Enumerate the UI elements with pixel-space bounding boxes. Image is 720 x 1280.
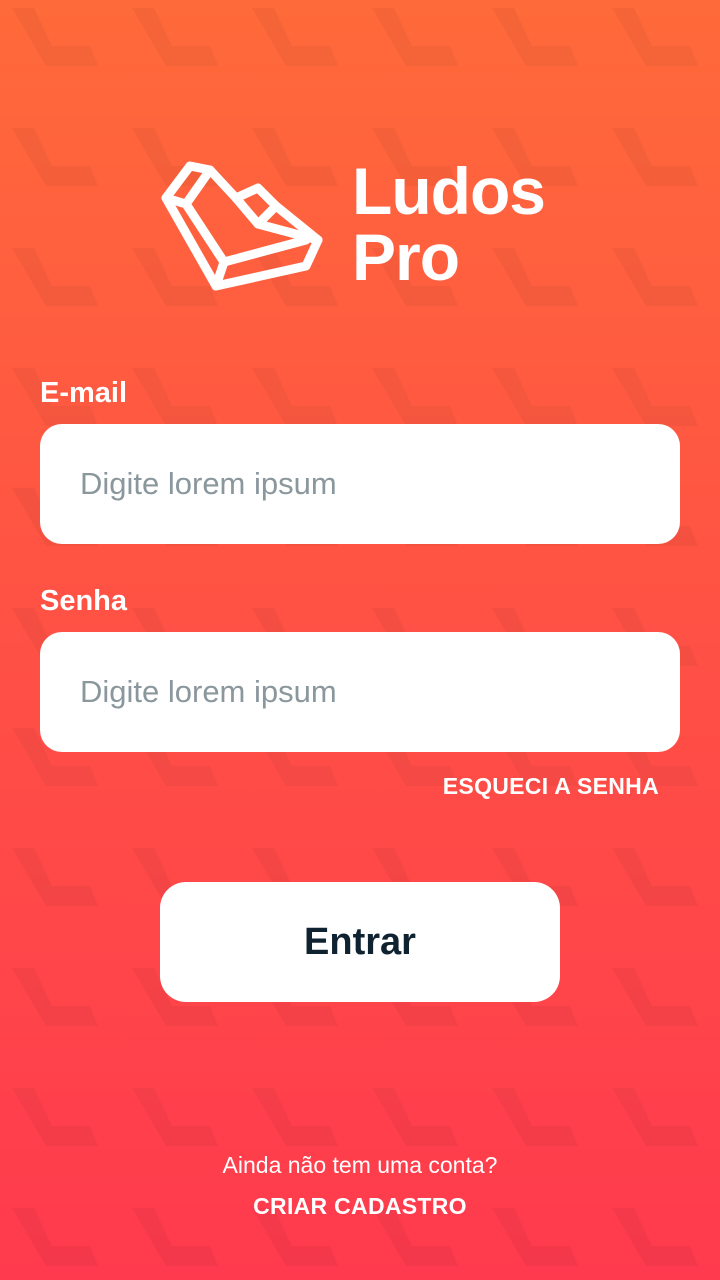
signup-link[interactable]: CRIAR CADASTRO: [0, 1193, 720, 1220]
logo-line-1: Ludos: [352, 154, 546, 228]
login-button[interactable]: Entrar: [160, 882, 560, 1002]
logo-line-2: Pro: [352, 220, 460, 294]
password-input[interactable]: [40, 632, 680, 752]
email-label: E-mail: [40, 377, 128, 409]
password-label: Senha: [40, 585, 128, 617]
signup-question: Ainda não tem uma conta?: [222, 1152, 498, 1178]
email-input[interactable]: [40, 424, 680, 544]
app-logo: Ludos Pro: [158, 158, 568, 298]
ludos-pro-logo-icon: [161, 161, 323, 291]
forgot-password-link[interactable]: ESQUECI A SENHA: [443, 773, 659, 800]
logo-text: Ludos Pro: [352, 154, 546, 294]
